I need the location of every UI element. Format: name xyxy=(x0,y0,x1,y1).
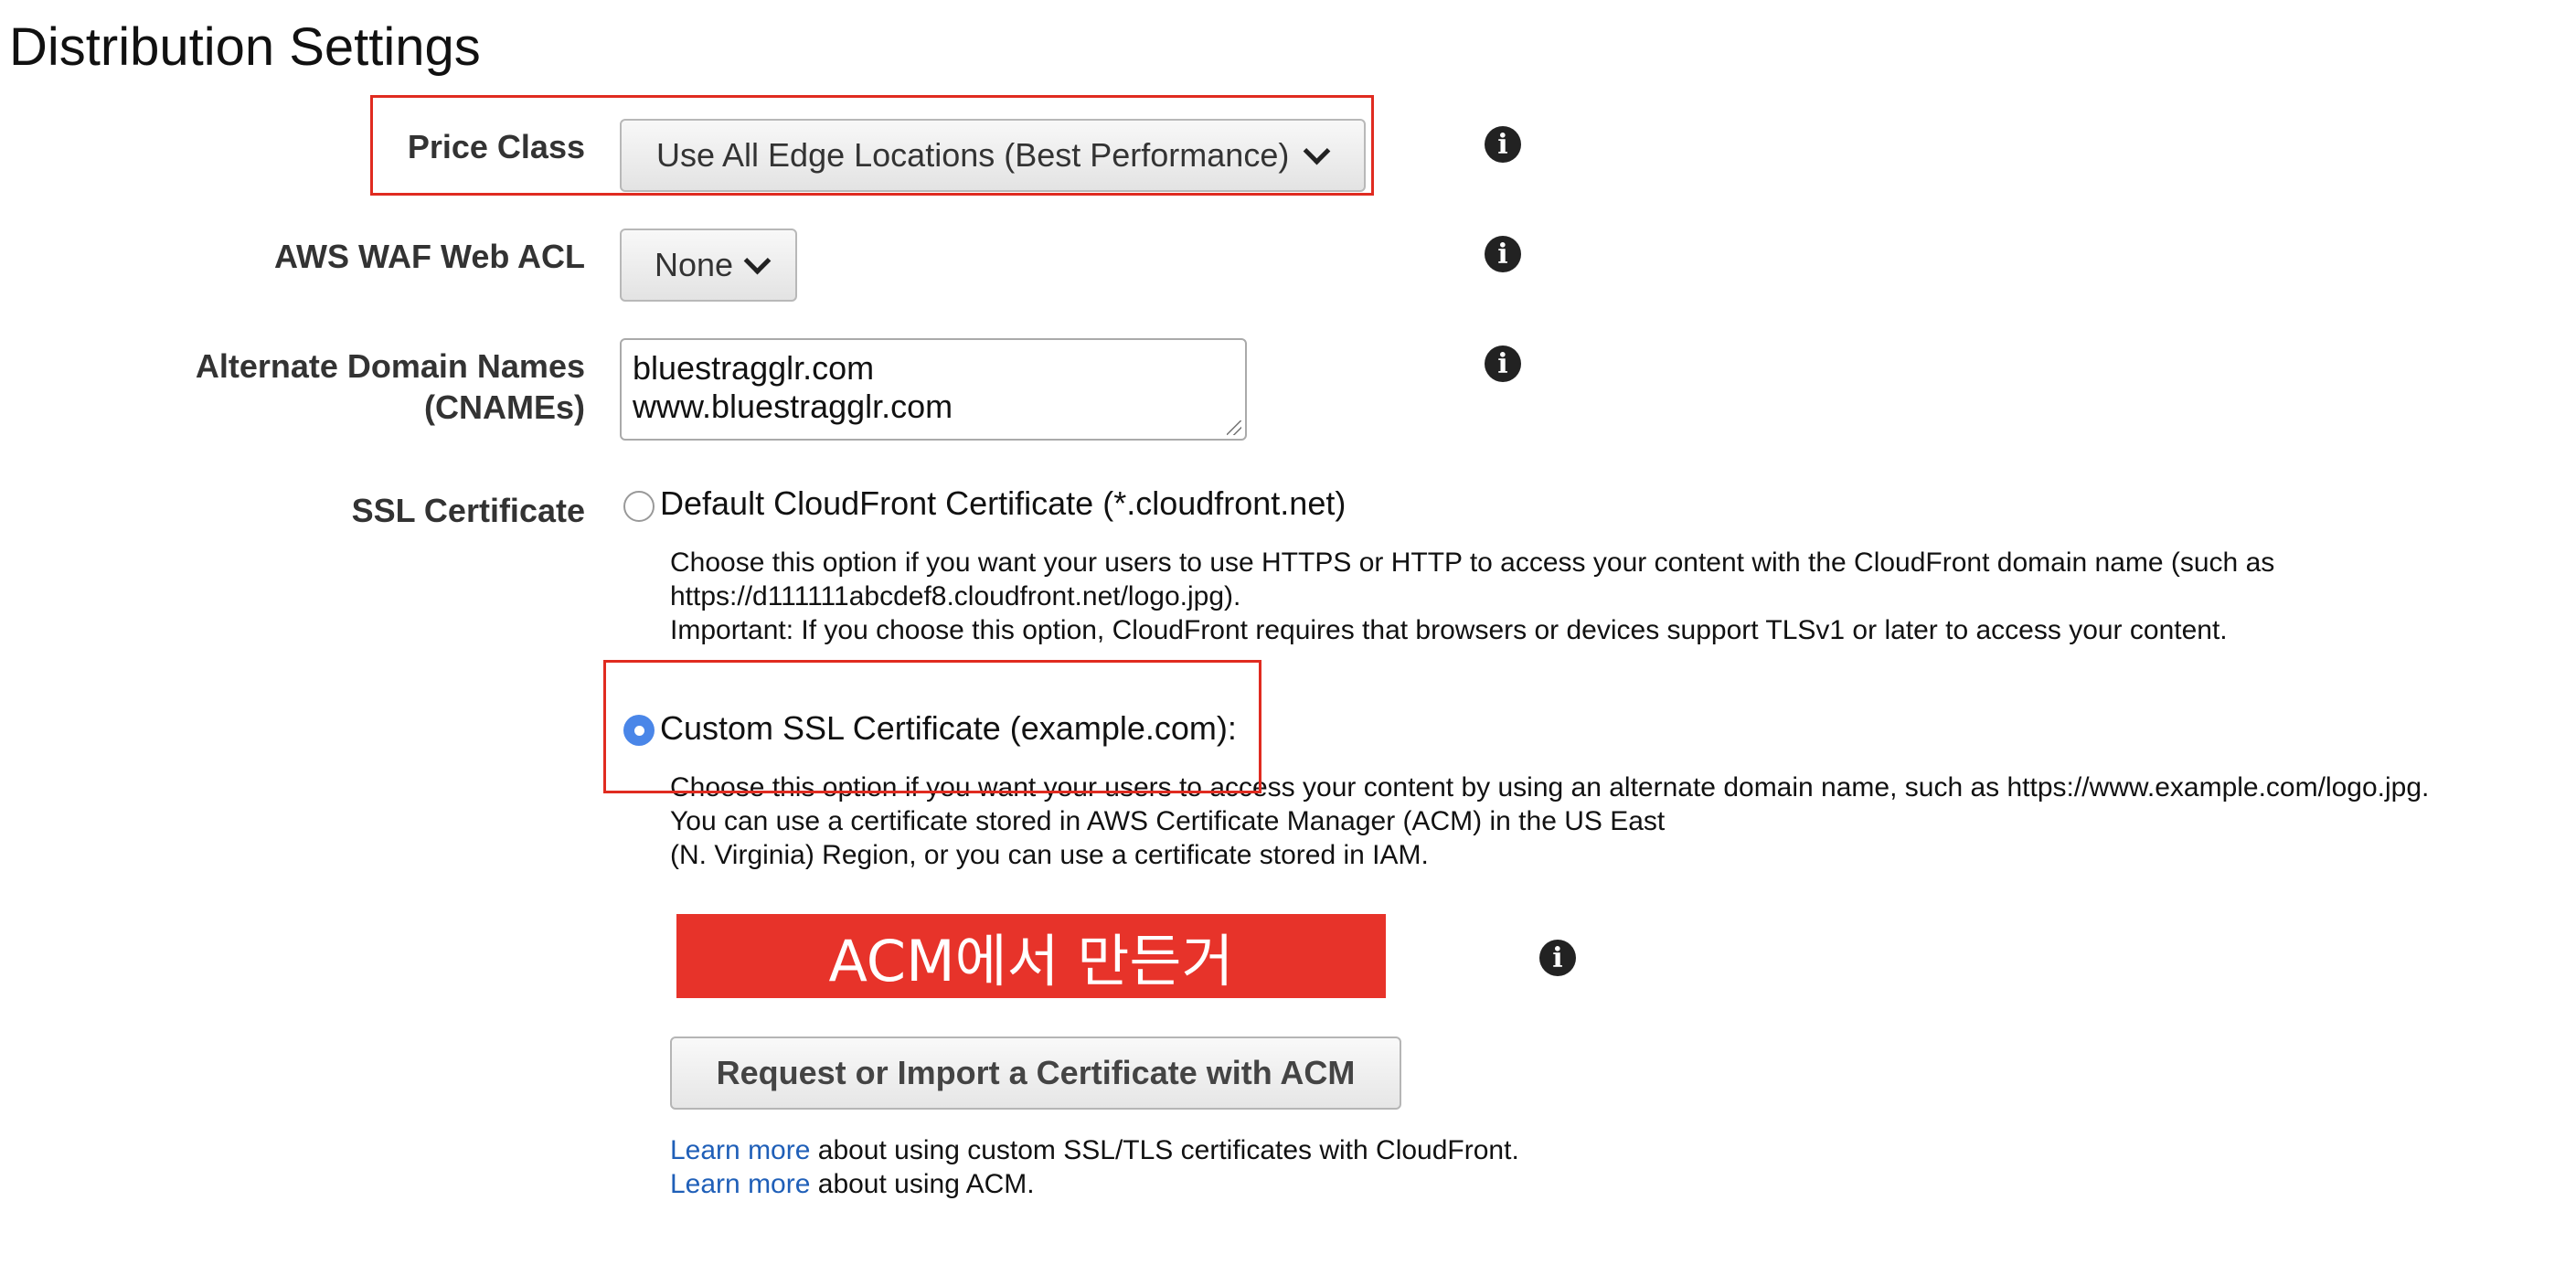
info-icon[interactable]: i xyxy=(1485,345,1521,382)
price-class-select[interactable]: Use All Edge Locations (Best Performance… xyxy=(620,119,1366,192)
description-line: (N. Virginia) Region, or you can use a c… xyxy=(670,840,1429,870)
default-certificate-label[interactable]: Default CloudFront Certificate (*.cloudf… xyxy=(660,484,1346,523)
cnames-label-line2: (CNAMEs) xyxy=(424,388,585,426)
learn-more-acm: Learn more about using ACM. xyxy=(670,1167,1035,1201)
description-line: Important: If you choose this option, Cl… xyxy=(670,615,2228,645)
cname-entry: bluestragglr.com xyxy=(633,349,875,387)
price-class-label: Price Class xyxy=(407,128,585,165)
chevron-down-icon xyxy=(743,247,772,274)
custom-certificate-highlight xyxy=(603,660,1261,793)
ssl-label: SSL Certificate xyxy=(351,492,585,529)
acm-certificate-annotation: ACM에서 만든거 xyxy=(676,914,1386,998)
learn-more-ssl-link[interactable]: Learn more xyxy=(670,1135,810,1165)
description-line: You can use a certificate stored in AWS … xyxy=(670,806,1666,836)
request-import-certificate-button[interactable]: Request or Import a Certificate with ACM xyxy=(670,1036,1401,1110)
price-class-value: Use All Edge Locations (Best Performance… xyxy=(656,136,1290,174)
waf-select[interactable]: None xyxy=(620,229,797,302)
page-title: Distribution Settings xyxy=(9,17,481,77)
learn-more-ssl-text: about using custom SSL/TLS certificates … xyxy=(810,1135,1519,1165)
learn-more-acm-text: about using ACM. xyxy=(810,1169,1035,1199)
chevron-down-icon xyxy=(1303,137,1331,165)
cnames-label: Alternate Domain Names (CNAMEs) xyxy=(91,345,585,428)
cnames-label-line1: Alternate Domain Names xyxy=(195,347,585,385)
info-icon[interactable]: i xyxy=(1485,126,1521,163)
resize-handle-icon[interactable] xyxy=(1227,420,1241,435)
default-certificate-description: Choose this option if you want your user… xyxy=(670,546,2274,647)
cnames-textarea[interactable]: bluestragglr.com www.bluestragglr.com xyxy=(620,338,1247,441)
description-line: https://d111111abcdef8.cloudfront.net/lo… xyxy=(670,581,1241,611)
description-line: Choose this option if you want your user… xyxy=(670,547,2275,578)
radio-default-certificate[interactable] xyxy=(623,491,655,522)
learn-more-acm-link[interactable]: Learn more xyxy=(670,1169,810,1199)
learn-more-ssl: Learn more about using custom SSL/TLS ce… xyxy=(670,1133,1519,1167)
waf-value: None xyxy=(655,246,734,283)
info-icon[interactable]: i xyxy=(1539,940,1576,976)
info-icon[interactable]: i xyxy=(1485,236,1521,272)
cname-entry: www.bluestragglr.com xyxy=(633,388,953,425)
waf-label: AWS WAF Web ACL xyxy=(274,238,585,275)
